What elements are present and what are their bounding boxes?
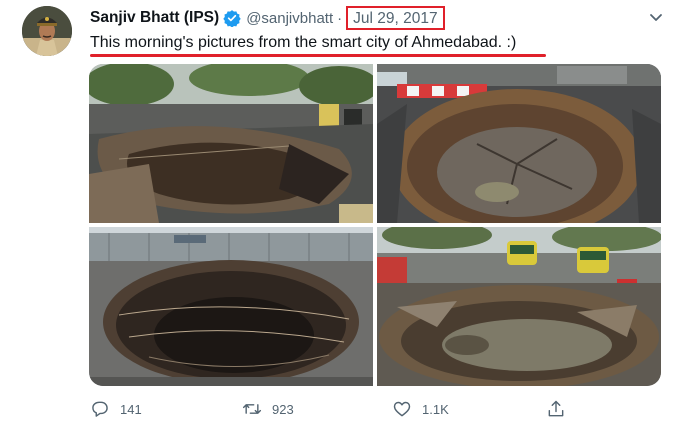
reply-count: 141 [120, 401, 142, 417]
tweet-header: Sanjiv Bhatt (IPS) @sanjivbhatt · Jul 29… [90, 6, 445, 30]
tweet-card[interactable]: Sanjiv Bhatt (IPS) @sanjivbhatt · Jul 29… [0, 0, 685, 425]
text-highlight-underline [90, 54, 546, 57]
retweet-icon[interactable] [242, 399, 262, 419]
sinkhole-photo-2[interactable] [377, 64, 661, 223]
author-handle[interactable]: @sanjivbhatt [246, 10, 333, 27]
retweet-count: 923 [272, 401, 294, 417]
retweet-button[interactable]: 923 [242, 398, 294, 420]
media-grid [89, 64, 661, 386]
reply-button[interactable]: 141 [90, 398, 142, 420]
reply-icon[interactable] [90, 399, 110, 419]
chevron-down-icon[interactable] [645, 8, 667, 28]
avatar[interactable] [22, 6, 72, 56]
heart-icon[interactable] [392, 399, 412, 419]
like-count: 1.1K [422, 401, 449, 417]
separator-dot: · [337, 9, 343, 27]
share-button[interactable] [546, 398, 566, 420]
share-icon[interactable] [546, 399, 566, 419]
tweet-text: This morning's pictures from the smart c… [90, 34, 517, 51]
sinkhole-photo-4[interactable] [377, 227, 661, 386]
tweet-date-highlighted[interactable]: Jul 29, 2017 [346, 6, 445, 30]
author-name[interactable]: Sanjiv Bhatt (IPS) [90, 9, 219, 27]
sinkhole-photo-1[interactable] [89, 64, 373, 223]
like-button[interactable]: 1.1K [392, 398, 449, 420]
tweet-actions: 141 923 1.1K [90, 398, 580, 422]
sinkhole-photo-3[interactable] [89, 227, 373, 386]
verified-badge-icon [223, 9, 241, 28]
